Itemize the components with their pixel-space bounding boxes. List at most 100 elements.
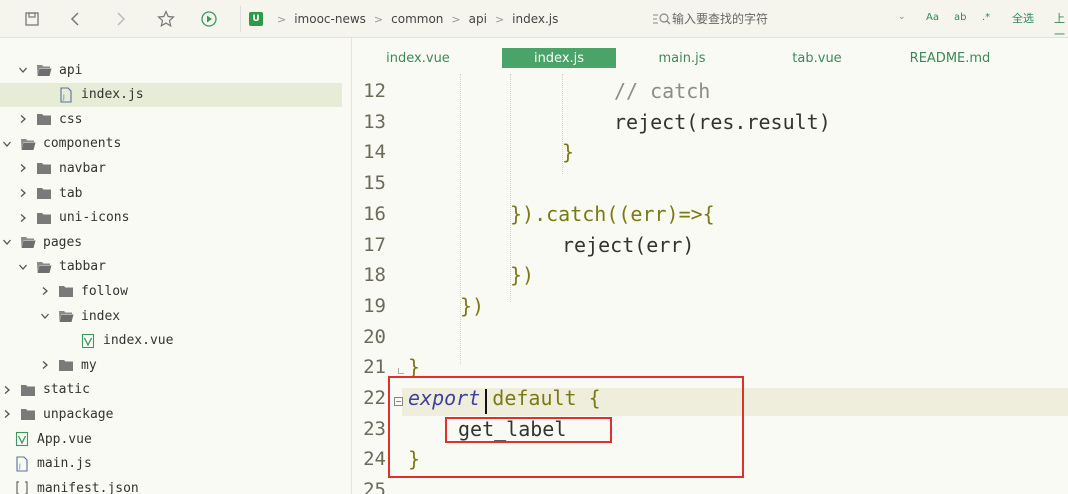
tree-item-label: App.vue — [37, 431, 92, 447]
chevron-right-icon[interactable] — [38, 284, 52, 298]
tree-item-label: index.vue — [103, 333, 174, 349]
tree-item-label: navbar — [59, 160, 106, 176]
save-icon[interactable] — [20, 7, 44, 31]
regex-toggle[interactable]: .* — [982, 12, 990, 23]
tab-tab-vue[interactable]: tab.vue — [772, 48, 862, 68]
breadcrumb-project[interactable]: imooc-news — [294, 12, 366, 26]
tab-index-js[interactable]: index.js — [502, 48, 616, 68]
line-number: 20 — [363, 325, 386, 348]
crumb-separator-icon: > — [373, 12, 384, 26]
chevron-right-icon[interactable] — [16, 211, 30, 225]
match-case-toggle[interactable]: Aa — [926, 12, 939, 23]
tree-item-follow[interactable]: follow — [0, 279, 351, 303]
tab-readme-md[interactable]: README.md — [900, 48, 1000, 68]
tree-item-label: css — [59, 111, 83, 127]
code-token: }).catch((err)=>{ — [510, 201, 715, 226]
tree-item-main-js[interactable]: Jmain.js — [0, 452, 351, 476]
chevron-right-icon[interactable] — [16, 161, 30, 175]
tree-item-css[interactable]: css — [0, 107, 351, 131]
tree-item-pages[interactable]: pages — [0, 230, 351, 254]
chevron-right-icon[interactable] — [16, 112, 30, 126]
whole-word-toggle[interactable]: ab — [954, 12, 966, 23]
folder-icon — [36, 111, 52, 127]
tree-item-manifest-json[interactable]: manifest.json — [0, 476, 351, 494]
tree-item-label: pages — [43, 234, 83, 250]
js-file-icon: J — [14, 456, 30, 472]
tree-item-label: static — [43, 382, 90, 398]
tree-item-static[interactable]: static — [0, 378, 351, 402]
line-number: 12 — [363, 80, 386, 102]
chevron-right-icon[interactable] — [0, 383, 14, 397]
breadcrumb-folder-api[interactable]: api — [469, 12, 487, 26]
json-file-icon — [14, 480, 30, 494]
tree-item-tab[interactable]: tab — [0, 181, 351, 205]
code-token: }) — [460, 293, 485, 318]
tree-item-label: follow — [81, 283, 128, 299]
code-line[interactable]: }) — [460, 294, 484, 318]
code-token: reject(err) — [562, 232, 695, 257]
crumb-separator-icon: > — [494, 12, 505, 26]
code-token: } — [562, 140, 575, 165]
tree-item-index-js[interactable]: Jindex.js — [0, 82, 342, 107]
folder-open-icon — [36, 62, 52, 78]
tree-item-index[interactable]: index — [0, 304, 351, 328]
chevron-down-icon[interactable] — [16, 63, 30, 77]
chevron-right-icon[interactable] — [38, 358, 52, 372]
code-line[interactable]: }) — [510, 263, 534, 287]
tree-item-navbar[interactable]: navbar — [0, 156, 351, 180]
line-number: 25 — [363, 479, 386, 494]
tree-item-index-vue[interactable]: index.vue — [0, 329, 351, 353]
chevron-down-icon[interactable] — [0, 235, 14, 249]
tree-item-components[interactable]: components — [0, 132, 351, 156]
code-line[interactable]: }).catch((err)=>{ — [510, 202, 715, 226]
find-input[interactable] — [672, 12, 862, 26]
highlight-box-get-label — [445, 417, 612, 443]
tab-index-vue[interactable]: index.vue — [372, 48, 464, 68]
code-line[interactable]: } — [562, 140, 574, 164]
code-line[interactable]: // catch — [614, 79, 710, 103]
forward-arrow-icon[interactable] — [108, 7, 132, 31]
tree-item-label: api — [59, 62, 83, 78]
folder-open-icon — [20, 136, 36, 152]
folder-open-icon — [20, 234, 36, 250]
project-logo-icon: U — [249, 12, 263, 26]
tree-item-uni-icons[interactable]: uni-icons — [0, 206, 351, 230]
breadcrumb: U > imooc-news > common > api > index.js — [240, 6, 640, 32]
code-comment: // catch — [614, 79, 711, 103]
tree-item-label: unpackage — [43, 406, 114, 422]
tree-item-my[interactable]: my — [0, 353, 351, 377]
tree-item-api[interactable]: api — [0, 58, 351, 82]
line-number: 13 — [363, 110, 386, 133]
editor-tab-bar: index.vue index.js main.js tab.vue README.md — [352, 38, 1068, 74]
code-line[interactable]: reject(res.result) — [614, 110, 831, 134]
chevron-right-icon[interactable] — [16, 186, 30, 200]
breadcrumb-folder-common[interactable]: common — [391, 12, 443, 26]
code-line[interactable]: reject(err) — [562, 233, 694, 257]
tree-item-label: tabbar — [59, 259, 106, 275]
run-icon[interactable] — [197, 7, 221, 31]
line-number: 15 — [363, 172, 386, 195]
chevron-down-icon[interactable]: ⌄ — [898, 12, 906, 22]
chevron-right-icon[interactable] — [0, 407, 14, 421]
indent-guide — [460, 74, 461, 364]
code-token: }) — [510, 263, 535, 288]
line-number: 17 — [363, 233, 386, 256]
tree-item-tabbar[interactable]: tabbar — [0, 255, 351, 279]
tree-item-unpackage[interactable]: unpackage — [0, 402, 351, 426]
star-icon[interactable] — [154, 7, 178, 31]
tab-main-js[interactable]: main.js — [636, 48, 728, 68]
top-toolbar: U > imooc-news > common > api > index.js… — [0, 0, 1068, 41]
tree-item-app-vue[interactable]: App.vue — [0, 427, 351, 451]
chevron-down-icon[interactable] — [38, 309, 52, 323]
breadcrumb-file[interactable]: index.js — [512, 12, 558, 26]
chevron-down-icon[interactable] — [16, 260, 30, 274]
back-arrow-icon[interactable] — [64, 7, 88, 31]
chevron-down-icon[interactable] — [0, 137, 14, 151]
tree-item-label: tab — [59, 185, 83, 201]
tree-item-label: components — [43, 136, 122, 152]
select-all-button[interactable]: 全选 — [1012, 10, 1034, 26]
file-tree: api Jindex.js css components navbar tab uni-ic… — [0, 38, 352, 494]
line-number: 22 — [363, 387, 386, 409]
code-token: reject(res.result) — [614, 109, 831, 134]
find-box: ⌄ — [648, 6, 916, 32]
